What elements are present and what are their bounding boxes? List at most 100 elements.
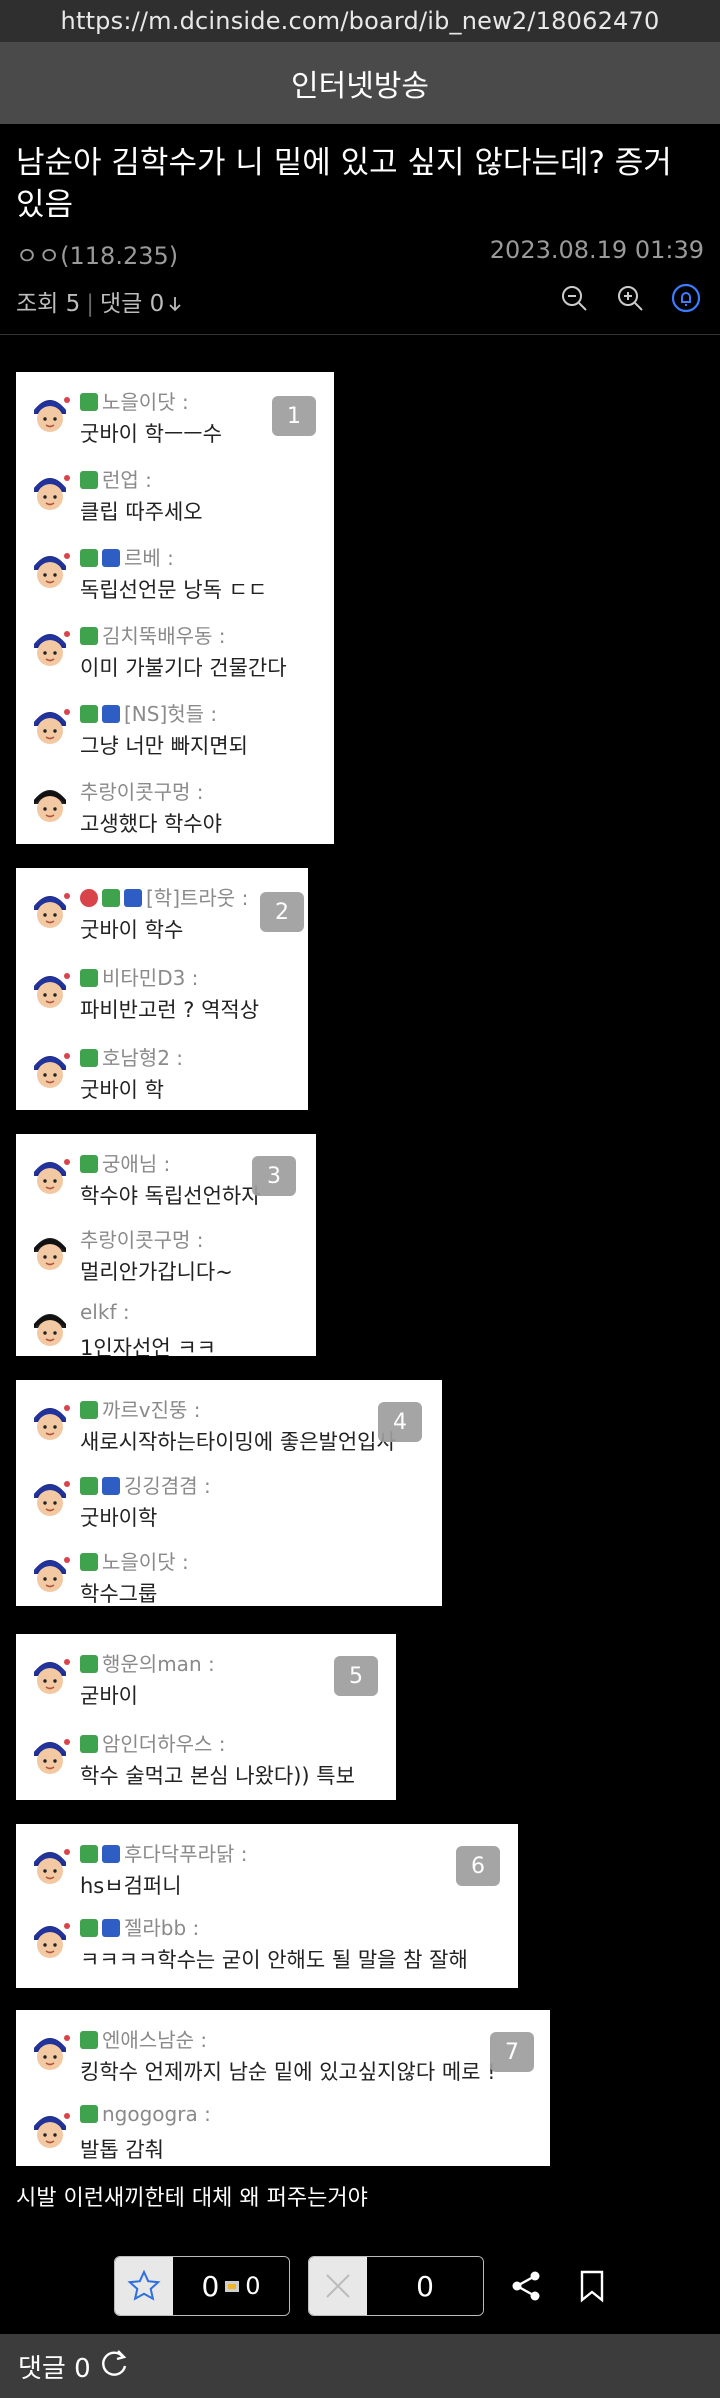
- chat-message: 호남형2 : 굿바이 학: [24, 1040, 300, 1110]
- chat-screenshot[interactable]: 노을이닷 : 굿바이 학ㅡㅡ수 런업 : 클립 따주세오 르베 : 독립선언문 낭독 …: [16, 372, 334, 844]
- chat-text: 킹학수 언제까지 남순 밑에 있고싶지않다 메로 !: [80, 2060, 496, 2084]
- downvote-button[interactable]: 0: [308, 2256, 484, 2316]
- post-author[interactable]: ㅇㅇ(118.235): [16, 242, 178, 270]
- image-number-badge: 4: [378, 1402, 422, 1442]
- close-icon: [309, 2257, 367, 2315]
- divider: [0, 334, 720, 335]
- fix-vote: 0: [225, 2272, 261, 2300]
- chat-text: 학수야 독립선언하자: [80, 1184, 261, 1208]
- chat-screenshot[interactable]: 까르v진뚱 : 새로시작하는타이밍에 좋은발언입사 깅깅겸겸 : 굿바이학 노을이닷…: [16, 1380, 442, 1606]
- comment-bar[interactable]: 댓글 0: [0, 2334, 720, 2398]
- fan-badge-icon: [80, 549, 98, 567]
- chat-nickname: 노을이닷 :: [80, 1546, 189, 1575]
- fan-badge-icon: [80, 1401, 98, 1419]
- zoom-out-icon[interactable]: [556, 280, 592, 316]
- chat-nickname: 후다닥푸라닭 :: [80, 1838, 248, 1867]
- chat-nickname: 비타민D3 :: [80, 962, 198, 991]
- chat-nickname: elkf :: [80, 1300, 130, 1324]
- chat-screenshot[interactable]: 행운의man : 굳바이 암인더하우스 : 학수 술먹고 본심 나왔다)) 특보 5: [16, 1634, 396, 1800]
- chat-text: ㅋㅋㅋㅋ학수는 굳이 안해도 될 말을 참 잘해: [80, 1948, 468, 1972]
- chat-text: 학수 술먹고 본심 나왔다)) 특보: [80, 1764, 355, 1788]
- avatar-icon: [28, 1654, 72, 1700]
- avatar-icon: [28, 704, 72, 750]
- chat-nickname: ngogogra :: [80, 2102, 211, 2126]
- share-icon[interactable]: [502, 2257, 550, 2315]
- heart-badge-icon: [80, 889, 98, 907]
- zoom-in-icon[interactable]: [612, 280, 648, 316]
- chat-text: 그냥 너만 빠지면되: [80, 734, 248, 758]
- chat-nickname: [학]트라웃 :: [80, 882, 248, 911]
- fan-badge-icon: [80, 627, 98, 645]
- post-body-text: 시발 이런새끼한테 대체 왜 퍼주는거야: [16, 2186, 368, 2211]
- chat-text: 학수그룹: [80, 1582, 158, 1606]
- fan-badge-icon: [80, 1735, 98, 1753]
- avatar-icon: [28, 1734, 72, 1780]
- fan-badge-icon: [80, 393, 98, 411]
- star-icon: [115, 2257, 173, 2315]
- chat-screenshot[interactable]: [학]트라웃 : 굿바이 학수 비타민D3 : 파비반고런 ? 역적상 호남형2 :…: [16, 868, 308, 1110]
- avatar-icon: [28, 888, 72, 934]
- image-number-badge: 5: [334, 1656, 378, 1696]
- chat-message: [학]트라웃 : 굿바이 학수: [24, 880, 300, 950]
- bookmark-icon[interactable]: [568, 2257, 616, 2315]
- chat-message: 추랑이콧구멍 : 멀리안가갑니다~: [24, 1222, 308, 1292]
- fan-badge-icon: [102, 889, 120, 907]
- image-number-badge: 6: [456, 1846, 500, 1886]
- comment-count-link[interactable]: 댓글 0: [100, 291, 183, 317]
- avatar-icon: [28, 2108, 72, 2154]
- chat-screenshot[interactable]: 궁애님 : 학수야 독립선언하자 추랑이콧구멍 : 멀리안가갑니다~ elkf : 1…: [16, 1134, 316, 1356]
- chat-message: 깅깅겸겸 : 굿바이학: [24, 1468, 434, 1538]
- fix-vote-icon: [225, 2281, 240, 2292]
- chat-text: 멀리안가갑니다~: [80, 1260, 233, 1284]
- image-number-badge: 3: [252, 1156, 296, 1196]
- chat-nickname: 노을이닷 :: [80, 386, 189, 415]
- chat-message: 엔애스남순 : 킹학수 언제까지 남순 밑에 있고싶지않다 메로 !: [24, 2022, 542, 2092]
- chat-message: 런업 : 클립 따주세오: [24, 462, 326, 532]
- chat-message: [NS]헛들 : 그냥 너만 빠지면되: [24, 696, 326, 766]
- chat-text: 1인자선언 ㅋㅋ: [80, 1336, 216, 1356]
- chat-screenshot[interactable]: 엔애스남순 : 킹학수 언제까지 남순 밑에 있고싶지않다 메로 ! ngogog…: [16, 2010, 550, 2166]
- avatar-icon: [28, 392, 72, 438]
- subscriber-badge-icon: [102, 1845, 120, 1863]
- chat-text: 굿바이학: [80, 1506, 158, 1530]
- fan-badge-icon: [80, 471, 98, 489]
- refresh-icon[interactable]: [99, 2348, 129, 2385]
- fan-badge-icon: [80, 1655, 98, 1673]
- chat-text: 굳바이: [80, 1684, 138, 1708]
- avatar-icon: [28, 1918, 72, 1964]
- chat-text: 파비반고런 ? 역적상: [80, 998, 260, 1022]
- chat-nickname: 암인더하우스 :: [80, 1728, 226, 1757]
- fan-badge-icon: [80, 969, 98, 987]
- browser-url-bar[interactable]: https://m.dcinside.com/board/ib_new2/180…: [0, 0, 720, 42]
- image-number-badge: 1: [272, 396, 316, 436]
- chat-message: 비타민D3 : 파비반고런 ? 역적상: [24, 960, 300, 1030]
- fan-badge-icon: [80, 1155, 98, 1173]
- separator: |: [86, 291, 95, 317]
- chat-nickname: 호남형2 :: [80, 1042, 183, 1071]
- downvote-count: 0: [416, 2269, 434, 2303]
- board-name[interactable]: 인터넷방송: [291, 61, 429, 105]
- chat-message: 르베 : 독립선언문 낭독 ㄷㄷ: [24, 540, 326, 610]
- chat-message: ngogogra : 발톱 감춰: [24, 2100, 542, 2166]
- chat-text: 고생했다 학수야: [80, 812, 222, 836]
- board-header: 인터넷방송: [0, 42, 720, 124]
- chat-text: 굿바이 학ㅡㅡ수: [80, 422, 222, 446]
- chat-nickname: 추랑이콧구멍 :: [80, 1228, 204, 1252]
- chat-text: 이미 가불기다 건물간다: [80, 656, 287, 680]
- chat-message: 추랑이콧구멍 : 고생했다 학수야: [24, 774, 326, 844]
- chat-nickname: 런업 :: [80, 464, 152, 493]
- upvote-button[interactable]: 00: [114, 2256, 290, 2316]
- post-title: 남순아 김학수가 니 밑에 있고 싶지 않다는데? 증거 있음: [16, 145, 672, 223]
- chat-text: 새로시작하는타이밍에 좋은발언입사: [80, 1430, 396, 1454]
- avatar-icon: [28, 1844, 72, 1890]
- chat-nickname: 르베 :: [80, 542, 174, 571]
- chat-text: 굿바이 학수: [80, 918, 184, 942]
- chat-nickname: 엔애스남순 :: [80, 2024, 207, 2053]
- chat-screenshot[interactable]: 후다닥푸라닭 : hsㅂ검퍼니 젤라bb : ㅋㅋㅋㅋ학수는 굳이 안해도 될 말을…: [16, 1824, 518, 1988]
- notification-bell-icon[interactable]: [668, 280, 704, 316]
- post-stats: 조회 5 | 댓글 0: [16, 283, 704, 318]
- chat-nickname: [NS]헛들 :: [80, 698, 217, 727]
- url-text[interactable]: https://m.dcinside.com/board/ib_new2/180…: [61, 7, 660, 35]
- subscriber-badge-icon: [102, 1919, 120, 1937]
- avatar-icon: [28, 1552, 72, 1598]
